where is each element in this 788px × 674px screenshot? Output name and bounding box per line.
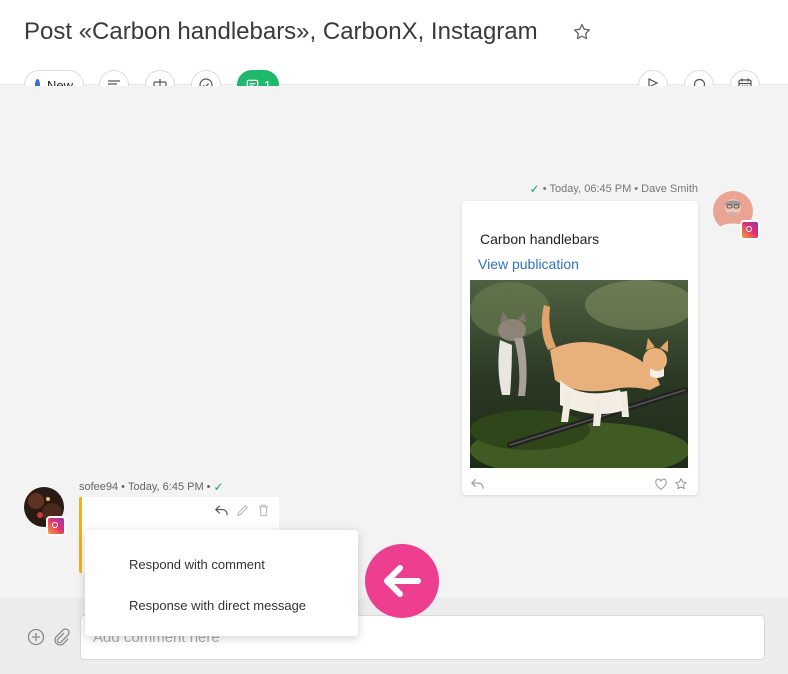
arrow-left-icon bbox=[384, 565, 421, 597]
view-publication-link[interactable]: View publication bbox=[478, 256, 579, 272]
respond-with-comment-option[interactable]: Respond with comment bbox=[129, 557, 265, 572]
attach-icon[interactable] bbox=[52, 628, 70, 646]
comment-meta: sofee94 • Today, 6:45 PM • ✓ bbox=[79, 480, 224, 494]
star-icon[interactable] bbox=[572, 22, 592, 42]
reply-icon[interactable] bbox=[214, 503, 229, 518]
post-image[interactable] bbox=[470, 280, 688, 468]
post-card-footer bbox=[470, 477, 688, 491]
post-author: Dave Smith bbox=[641, 183, 698, 195]
reply-icon[interactable] bbox=[470, 477, 485, 491]
comment-time: Today, 6:45 PM bbox=[128, 481, 204, 493]
instagram-icon bbox=[740, 220, 760, 240]
page-title: Post «Carbon handlebars», CarbonX, Insta… bbox=[24, 18, 538, 45]
trash-icon[interactable] bbox=[256, 503, 271, 518]
heart-icon[interactable] bbox=[654, 477, 668, 491]
comment-username: sofee94 bbox=[79, 481, 119, 493]
respond-with-direct-message-option[interactable]: Response with direct message bbox=[129, 598, 306, 613]
comment-actions bbox=[214, 503, 271, 518]
instagram-icon bbox=[46, 516, 66, 536]
post-time: Today, 06:45 PM bbox=[549, 183, 632, 195]
edit-icon[interactable] bbox=[235, 503, 250, 518]
delivered-check-icon: ✓ bbox=[213, 480, 224, 494]
pointer-arrow bbox=[365, 544, 439, 618]
add-icon[interactable] bbox=[27, 628, 45, 646]
post-meta: ✓ • Today, 06:45 PM • Dave Smith bbox=[529, 182, 698, 196]
reply-menu: Respond with comment Response with direc… bbox=[85, 530, 358, 636]
delivered-check-icon: ✓ bbox=[529, 182, 540, 196]
star-outline-icon[interactable] bbox=[674, 477, 688, 491]
post-title: Carbon handlebars bbox=[480, 231, 600, 247]
post-card: Carbon handlebars View publication bbox=[462, 201, 698, 495]
